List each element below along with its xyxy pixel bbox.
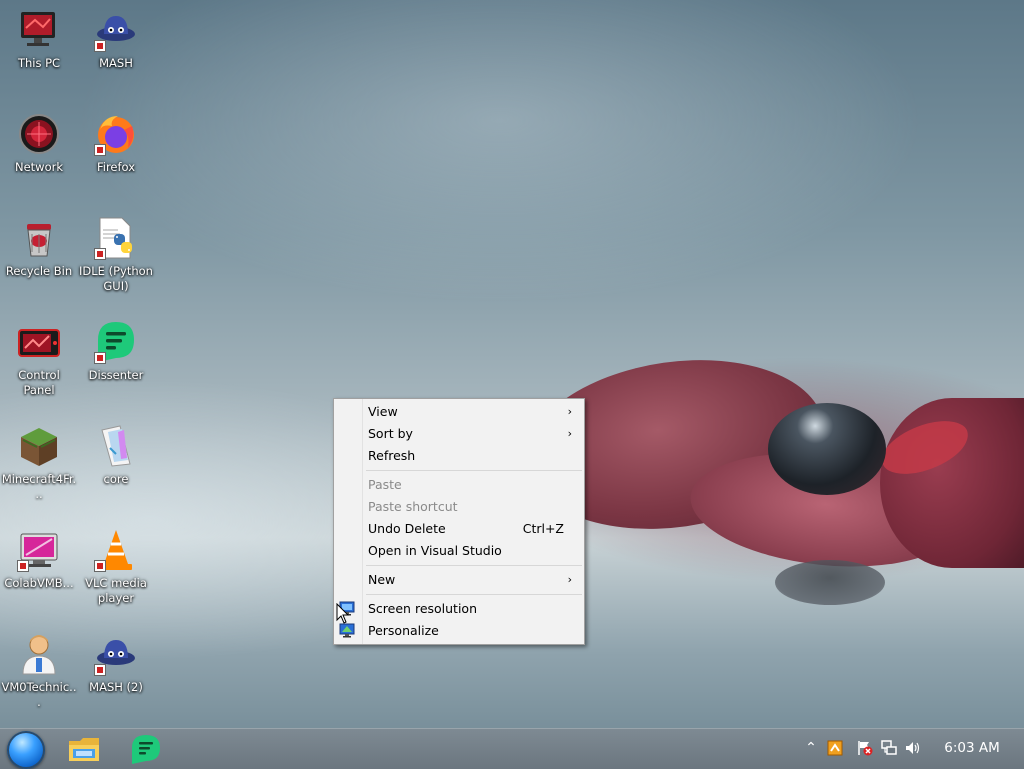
network-icon: [17, 112, 61, 156]
menu-separator: [366, 470, 582, 471]
menu-item-paste: Paste: [334, 474, 584, 496]
update-icon[interactable]: [827, 740, 843, 756]
desktop-icon-colabvm[interactable]: ColabVMB...: [1, 528, 77, 591]
menu-item-view[interactable]: View ›: [334, 401, 584, 423]
technician-icon: [17, 632, 61, 676]
wallpaper-reflection: [775, 560, 885, 605]
taskbar-clock[interactable]: 6:03 AM: [936, 728, 1008, 768]
python-idle-icon: [94, 216, 138, 260]
mash-2-icon: [94, 632, 138, 676]
firefox-icon: [94, 112, 138, 156]
submenu-arrow-icon: ›: [567, 405, 572, 418]
dissenter-icon: [132, 735, 160, 764]
menu-separator: [366, 594, 582, 595]
shortcut-overlay-icon: [94, 144, 106, 156]
desktop-icon-label: IDLE (Python GUI): [79, 264, 153, 293]
control-panel-icon: [17, 320, 61, 364]
menu-item-label: Paste shortcut: [368, 499, 458, 514]
shortcut-overlay-icon: [94, 248, 106, 260]
menu-item-label: Personalize: [368, 623, 439, 638]
desktop-context-menu: View › Sort by › Refresh Paste Paste sho…: [333, 398, 585, 645]
shortcut-overlay-icon: [94, 664, 106, 676]
menu-item-label: Sort by: [368, 426, 413, 441]
desktop-icon-label: VLC media player: [85, 576, 147, 605]
menu-item-screen-resolution[interactable]: Screen resolution: [334, 598, 584, 620]
desktop-icon-label: MASH (2): [89, 680, 143, 694]
colabvm-icon: [17, 528, 61, 572]
action-center-flag-icon[interactable]: [857, 740, 873, 756]
menu-item-shortcut: Ctrl+Z: [522, 521, 564, 536]
menu-item-open-in-visual-studio[interactable]: Open in Visual Studio: [334, 540, 584, 562]
desktop-icon-mash[interactable]: MASH: [78, 8, 154, 71]
menu-item-sort-by[interactable]: Sort by ›: [334, 423, 584, 445]
desktop-icon-vlc[interactable]: VLC media player: [78, 528, 154, 606]
menu-item-undo-delete[interactable]: Undo Delete Ctrl+Z: [334, 518, 584, 540]
taskbar-file-explorer-button[interactable]: [67, 733, 101, 765]
vlc-icon: [94, 528, 138, 572]
shortcut-overlay-icon: [94, 40, 106, 52]
desktop-icon-mash-2[interactable]: MASH (2): [78, 632, 154, 695]
menu-item-label: New: [368, 572, 396, 587]
desktop-icon-label: Control Panel: [18, 368, 60, 397]
menu-item-label: Refresh: [368, 448, 416, 463]
menu-item-refresh[interactable]: Refresh: [334, 445, 584, 467]
desktop-icon-label: Network: [14, 160, 64, 174]
desktop-icon-recycle-bin[interactable]: Recycle Bin: [1, 216, 77, 279]
shortcut-overlay-icon: [94, 352, 106, 364]
menu-item-new[interactable]: New ›: [334, 569, 584, 591]
desktop-icon-label: Minecraft4Fr...: [1, 472, 77, 501]
desktop-icon-label: core: [103, 472, 129, 486]
mash-icon: [94, 8, 138, 52]
desktop-icon-label: This PC: [17, 56, 61, 70]
desktop-icon-dissenter[interactable]: Dissenter: [78, 320, 154, 383]
submenu-arrow-icon: ›: [567, 573, 572, 586]
wallpaper-droplet: [768, 403, 886, 495]
core-file-icon: [94, 424, 138, 468]
network-icon[interactable]: [881, 740, 897, 756]
dissenter-icon: [94, 320, 138, 364]
start-button[interactable]: [7, 731, 45, 769]
menu-item-label: Undo Delete: [368, 521, 446, 536]
desktop-icon-control-panel[interactable]: Control Panel: [1, 320, 77, 398]
desktop-icon-label: MASH: [99, 56, 133, 70]
file-explorer-icon: [69, 738, 99, 761]
desktop-icon-label: ColabVMB...: [4, 576, 74, 590]
desktop-icon-minecraft[interactable]: Minecraft4Fr...: [1, 424, 77, 502]
menu-item-paste-shortcut: Paste shortcut: [334, 496, 584, 518]
shortcut-overlay-icon: [17, 560, 29, 572]
menu-item-label: View: [368, 404, 398, 419]
this-pc-icon: [17, 8, 61, 52]
desktop-icon-network[interactable]: Network: [1, 112, 77, 175]
menu-item-label: Paste: [368, 477, 402, 492]
minecraft-icon: [17, 424, 61, 468]
desktop-icon-label: Firefox: [96, 160, 136, 174]
shortcut-overlay-icon: [94, 560, 106, 572]
recycle-bin-icon: [17, 216, 61, 260]
menu-item-personalize[interactable]: Personalize: [334, 620, 584, 642]
desktop-icon-this-pc[interactable]: This PC: [1, 8, 77, 71]
desktop-icon-firefox[interactable]: Firefox: [78, 112, 154, 175]
volume-icon[interactable]: [905, 740, 921, 756]
submenu-arrow-icon: ›: [567, 427, 572, 440]
menu-item-label: Screen resolution: [368, 601, 478, 616]
desktop-icon-idle[interactable]: IDLE (Python GUI): [78, 216, 154, 294]
personalize-icon: [339, 623, 355, 638]
desktop-icon-label: Dissenter: [88, 368, 144, 382]
menu-separator: [366, 565, 582, 566]
desktop-icon-core[interactable]: core: [78, 424, 154, 487]
taskbar-dissenter-button[interactable]: [129, 733, 163, 765]
desktop-icon-technician[interactable]: VM0Technic...: [1, 632, 77, 710]
menu-item-label: Open in Visual Studio: [368, 543, 502, 558]
desktop-icon-label: VM0Technic...: [1, 680, 77, 709]
show-hidden-icons-icon[interactable]: ⌃: [803, 740, 819, 756]
desktop-icon-label: Recycle Bin: [5, 264, 73, 278]
